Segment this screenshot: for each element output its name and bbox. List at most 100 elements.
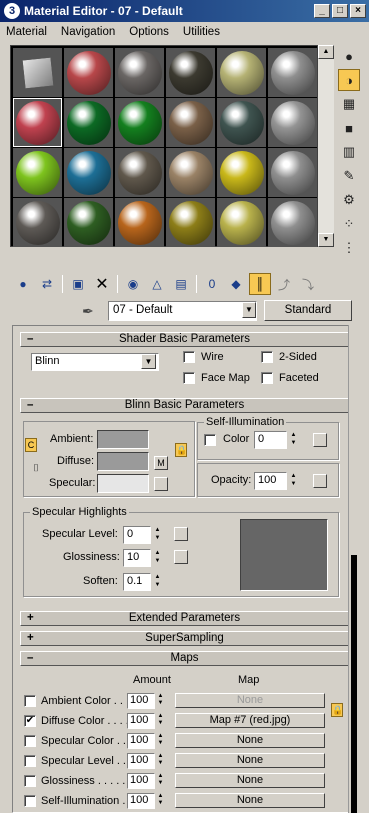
soften-input[interactable]: 0.1 [123, 573, 151, 591]
material-slot[interactable] [268, 48, 317, 97]
self-illum-map-button[interactable] [313, 433, 327, 447]
go-to-parent-icon[interactable]: ⤴ [273, 273, 295, 295]
map-enable-checkbox[interactable] [24, 695, 36, 707]
scroll-up-button[interactable]: ▲ [318, 45, 334, 59]
map-amount-input[interactable]: 100 [127, 713, 155, 729]
material-slot[interactable] [166, 48, 215, 97]
map-slot-button[interactable]: None [175, 773, 325, 788]
panel-scrollbar[interactable] [348, 325, 361, 813]
make-unique-icon[interactable]: △ [146, 273, 168, 295]
go-forward-to-sibling-icon[interactable]: ⤵ [297, 273, 319, 295]
diffuse-color-swatch[interactable] [97, 452, 149, 471]
specular-level-spinner[interactable]: ▲ ▼ [153, 526, 162, 544]
map-enable-checkbox[interactable] [24, 775, 36, 787]
material-slot[interactable] [115, 98, 164, 147]
backlight-icon[interactable]: ◑ [338, 69, 360, 91]
menu-options[interactable]: Options [129, 26, 169, 38]
map-amount-spinner[interactable]: ▲ ▼ [156, 693, 165, 709]
material-name-dropdown[interactable]: ▼ [242, 302, 256, 318]
ambient-color-swatch[interactable] [97, 430, 149, 449]
show-map-in-viewport-icon[interactable]: ◆ [225, 273, 247, 295]
map-slot-button[interactable]: None [175, 733, 325, 748]
material-slot[interactable] [268, 198, 317, 247]
options-icon[interactable]: ⚙ [338, 189, 360, 211]
material-map-navigator-icon[interactable]: ⋮ [338, 237, 360, 259]
material-slot[interactable] [115, 148, 164, 197]
material-id-channel-icon[interactable]: 0 [201, 273, 223, 295]
glossiness-input[interactable]: 10 [123, 549, 151, 567]
material-slot[interactable] [268, 98, 317, 147]
map-amount-spinner[interactable]: ▲ ▼ [156, 713, 165, 729]
reset-map-icon[interactable]: ✕ [91, 273, 113, 295]
menu-material[interactable]: Material [6, 26, 47, 38]
self-illum-color-checkbox[interactable] [204, 434, 216, 446]
map-amount-spinner[interactable]: ▲ ▼ [156, 773, 165, 789]
opacity-map-button[interactable] [313, 474, 327, 488]
material-slot[interactable] [115, 48, 164, 97]
opacity-input[interactable]: 100 [254, 472, 287, 490]
rollout-extended-parameters[interactable]: + Extended Parameters [20, 611, 349, 626]
map-slot-button[interactable]: None [175, 793, 325, 808]
map-amount-input[interactable]: 100 [127, 753, 155, 769]
assign-to-selection-icon[interactable]: ▣ [67, 273, 89, 295]
menu-utilities[interactable]: Utilities [183, 26, 220, 38]
material-slot[interactable] [13, 98, 62, 147]
map-enable-checkbox[interactable] [24, 735, 36, 747]
material-slot[interactable] [115, 198, 164, 247]
material-slot[interactable] [166, 148, 215, 197]
put-to-scene-icon[interactable]: ⇄ [36, 273, 58, 295]
soften-spinner[interactable]: ▲ ▼ [153, 573, 162, 591]
background-checker-icon[interactable]: ▦ [338, 93, 360, 115]
map-amount-spinner[interactable]: ▲ ▼ [156, 793, 165, 809]
video-color-check-icon[interactable]: ▥ [338, 141, 360, 163]
material-slot[interactable] [166, 198, 215, 247]
self-illum-value-input[interactable]: 0 [254, 431, 287, 449]
two-sided-checkbox[interactable] [261, 351, 273, 363]
close-button[interactable]: × [350, 4, 366, 18]
rollout-supersampling[interactable]: + SuperSampling [20, 631, 349, 646]
material-slot[interactable] [217, 98, 266, 147]
map-slot-button[interactable]: None [175, 753, 325, 768]
map-enable-checkbox[interactable]: ✔ [24, 715, 36, 727]
material-slot[interactable] [13, 48, 62, 97]
make-preview-icon[interactable]: ✎ [338, 165, 360, 187]
map-slot-button[interactable]: None [175, 693, 325, 708]
rollout-maps[interactable]: – Maps [20, 651, 349, 666]
shader-type-dropdown[interactable]: Blinn [31, 353, 159, 371]
material-slot[interactable] [64, 148, 113, 197]
material-type-button[interactable]: Standard [264, 300, 352, 321]
pick-material-eyedropper-icon[interactable]: ✒ [82, 303, 94, 320]
opacity-spinner[interactable]: ▲ ▼ [289, 472, 298, 490]
faceted-checkbox[interactable] [261, 372, 273, 384]
material-slot[interactable] [13, 148, 62, 197]
sample-type-sphere-icon[interactable]: ● [338, 45, 360, 67]
material-slot[interactable] [64, 98, 113, 147]
material-slot[interactable] [64, 198, 113, 247]
select-by-material-icon[interactable]: ⁘ [338, 213, 360, 235]
glossiness-spinner[interactable]: ▲ ▼ [153, 549, 162, 567]
specular-level-map-button[interactable] [174, 527, 188, 541]
material-slot[interactable] [217, 148, 266, 197]
show-end-result-icon[interactable]: ║ [249, 273, 271, 295]
map-amount-input[interactable]: 100 [127, 793, 155, 809]
material-slot[interactable] [217, 48, 266, 97]
get-material-icon[interactable]: ● [12, 273, 34, 295]
map-amount-input[interactable]: 100 [127, 773, 155, 789]
specular-color-swatch[interactable] [97, 474, 149, 493]
material-slot[interactable] [13, 198, 62, 247]
material-name-field[interactable]: 07 - Default [108, 301, 257, 321]
glossiness-map-button[interactable] [174, 550, 188, 564]
map-enable-checkbox[interactable] [24, 755, 36, 767]
map-enable-checkbox[interactable] [24, 795, 36, 807]
sample-slots-scrollbar[interactable]: ▲ ▼ [318, 45, 334, 247]
material-slot[interactable] [217, 198, 266, 247]
specular-level-input[interactable]: 0 [123, 526, 151, 544]
map-amount-input[interactable]: 100 [127, 693, 155, 709]
map-amount-spinner[interactable]: ▲ ▼ [156, 753, 165, 769]
maximize-button[interactable]: □ [332, 4, 348, 18]
specular-map-button[interactable] [154, 477, 168, 491]
map-amount-spinner[interactable]: ▲ ▼ [156, 733, 165, 749]
make-copy-icon[interactable]: ◉ [122, 273, 144, 295]
face-map-checkbox[interactable] [183, 372, 195, 384]
lock-icon[interactable]: 🔒 [175, 443, 187, 457]
